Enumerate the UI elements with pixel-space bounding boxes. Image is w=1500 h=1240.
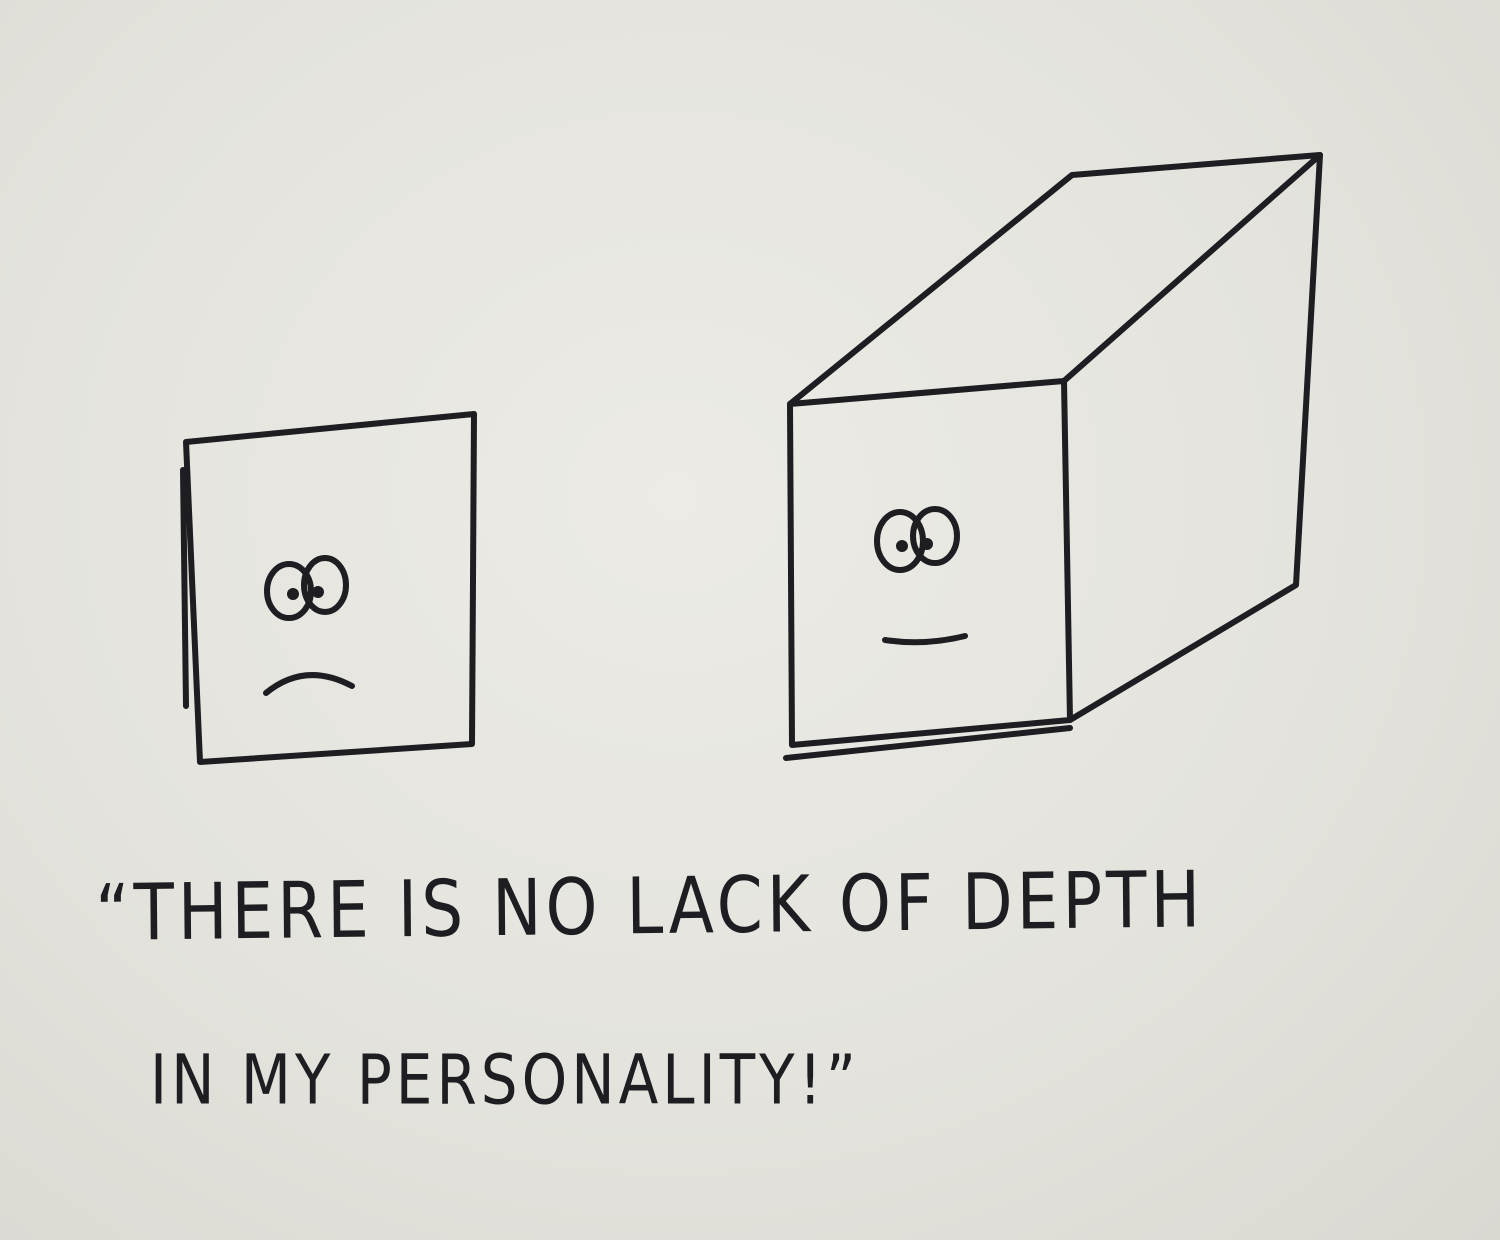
cube-character	[783, 152, 1323, 761]
flat-square-eyes	[264, 555, 349, 621]
cube-right-edge	[1067, 152, 1323, 723]
flat-square-right-pupil	[312, 586, 324, 598]
flat-square-character	[180, 411, 477, 765]
cube-eyes	[874, 506, 960, 573]
flat-square-left-extra-stroke	[180, 467, 189, 709]
flat-square-outline	[183, 411, 477, 765]
caption-line-2: IN MY PERSONALITY!”	[150, 1040, 860, 1121]
flat-square-frown-mouth	[263, 672, 355, 696]
cube-right-eye	[910, 506, 960, 566]
cube-top-face	[787, 152, 1323, 407]
caption-line-1: “THERE IS NO LACK OF DEPTH	[95, 854, 1205, 959]
flat-square-left-pupil	[287, 588, 299, 600]
cube-right-pupil	[921, 538, 933, 550]
cube-neutral-mouth	[882, 633, 968, 646]
cube-left-pupil	[896, 540, 908, 552]
